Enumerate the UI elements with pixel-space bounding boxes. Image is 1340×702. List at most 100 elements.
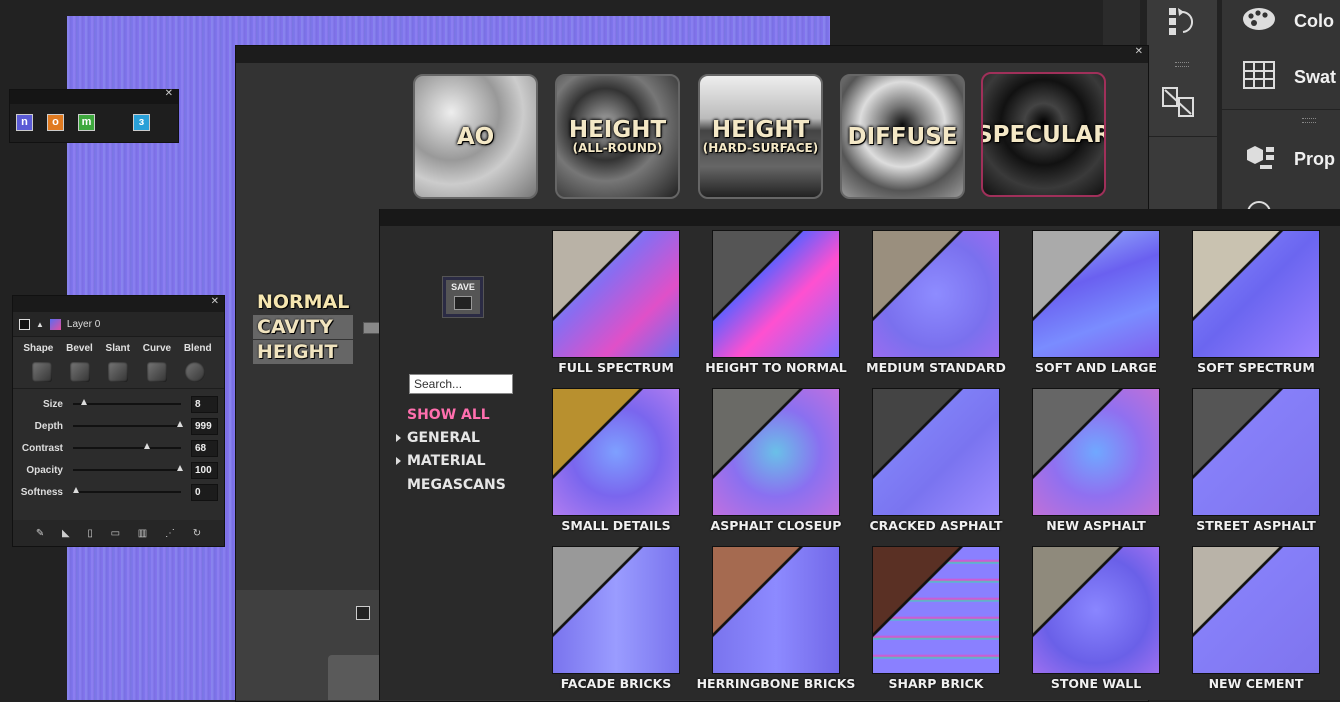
slider-track[interactable] [73,487,181,493]
curve-icon[interactable] [146,362,167,382]
slider-value-field[interactable]: 100 [191,461,218,479]
material-mode-icon[interactable]: m [78,114,95,131]
preset-tile[interactable]: ASPHALT CLOSEUP [711,388,841,533]
slider-track[interactable] [73,465,183,471]
preset-label: MEDIUM STANDARD [866,360,1006,375]
mode-diffuse-button[interactable]: DIFFUSE [840,74,965,199]
category-material[interactable]: MATERIAL [396,453,486,469]
pen-icon[interactable]: ✎ [36,528,44,539]
mode-title: SPECULAR [981,121,1106,148]
close-icon[interactable]: ✕ [211,296,219,307]
grip-handle[interactable] [1175,62,1189,67]
normal-mode-icon[interactable]: n [16,114,33,131]
mode-normal-label[interactable]: NORMAL [253,290,353,314]
mode-specular-button[interactable]: SPECULAR [981,72,1106,197]
slider-knob[interactable] [177,421,183,427]
preset-thumbnail[interactable] [552,230,680,358]
window-titlebar[interactable]: ✕ [236,46,1148,63]
window-titlebar[interactable]: ✕ [13,296,224,312]
category-general[interactable]: GENERAL [396,430,480,446]
rotate-arrange-icon[interactable] [1167,4,1197,38]
slider-value-field[interactable]: 0 [191,483,218,501]
slider-knob[interactable] [143,443,150,449]
preset-thumbnail[interactable] [872,230,1000,358]
preset-thumbnail[interactable] [1192,546,1320,674]
slider-value-field[interactable]: 68 [191,439,218,457]
preset-tile[interactable]: HERRINGBONE BRICKS [697,546,855,691]
preset-tile[interactable]: CRACKED ASPHALT [870,388,1003,533]
window-titlebar[interactable]: ✕ [10,88,178,104]
bevel-icon[interactable] [70,362,91,382]
preset-thumbnail[interactable] [872,388,1000,516]
copy-page-icon[interactable]: ▭ [111,528,120,539]
tab-shape[interactable]: Shape [23,343,53,354]
shape-icon[interactable] [32,362,53,382]
preset-tile[interactable]: HEIGHT TO NORMAL [705,230,847,375]
preview-checkbox[interactable] [356,606,370,620]
mode-height-hardsurface-button[interactable]: HEIGHT (HARD-SURFACE) [698,74,823,199]
category-megascans[interactable]: MEGASCANS [407,477,506,493]
mode-cavity-label[interactable]: CAVITY [253,315,354,339]
preset-tile[interactable]: SMALL DETAILS [552,388,680,533]
grip-handle[interactable] [1302,118,1316,123]
preset-thumbnail[interactable] [552,388,680,516]
preset-thumbnail[interactable] [872,546,1000,674]
preset-thumbnail[interactable] [1192,388,1320,516]
slider-track[interactable] [73,399,181,405]
preset-thumbnail[interactable] [712,230,840,358]
trash-icon[interactable]: ▥ [138,528,147,539]
dock-item-swatches[interactable]: Swat [1242,60,1336,92]
save-button[interactable]: SAVE [442,276,484,318]
slider-value-field[interactable]: 999 [191,417,218,435]
refresh-icon[interactable]: ↻ [193,528,201,539]
preset-thumbnail[interactable] [712,388,840,516]
preset-tile[interactable]: FACADE BRICKS [552,546,680,691]
slider-value-field[interactable]: 8 [191,395,218,413]
layer-visibility-checkbox[interactable] [19,318,30,330]
preset-tile[interactable]: SOFT AND LARGE [1032,230,1160,375]
slant-icon[interactable] [108,362,129,382]
tab-curve[interactable]: Curve [143,343,171,354]
expand-arrow-icon[interactable]: ▲ [36,320,44,329]
preset-thumbnail[interactable] [1032,230,1160,358]
preset-tile[interactable]: NEW CEMENT [1192,546,1320,691]
preset-thumbnail[interactable] [1032,546,1160,674]
window-titlebar[interactable] [380,209,1340,226]
close-icon[interactable]: ✕ [165,88,173,99]
mode-height-allround-button[interactable]: HEIGHT (ALL-ROUND) [555,74,680,199]
new-page-icon[interactable]: ▯ [87,528,93,539]
preset-tile[interactable]: STONE WALL [1032,546,1160,691]
category-show-all[interactable]: SHOW ALL [407,407,490,423]
preset-tile[interactable]: FULL SPECTRUM [552,230,680,375]
preset-thumbnail[interactable] [1192,230,1320,358]
layer-row[interactable]: ▲ Layer 0 [13,312,224,337]
blend-icon[interactable] [184,362,205,382]
mode-height-label[interactable]: HEIGHT [253,340,354,364]
preset-thumbnail[interactable] [1032,388,1160,516]
slider-track[interactable] [73,443,181,449]
occlusion-mode-icon[interactable]: o [47,114,64,131]
preset-tile[interactable]: STREET ASPHALT [1192,388,1320,533]
tab-slant[interactable]: Slant [106,343,130,354]
pages-icon[interactable] [1159,84,1199,124]
slider-track[interactable] [73,421,183,427]
preset-tile[interactable]: NEW ASPHALT [1032,388,1160,533]
tab-blend[interactable]: Blend [184,343,212,354]
search-input[interactable]: Search... [409,374,513,394]
close-icon[interactable]: ✕ [1135,46,1143,57]
preset-thumbnail[interactable] [712,546,840,674]
slider-knob[interactable] [177,465,183,471]
slider-knob[interactable] [73,487,79,493]
dock-item-properties[interactable]: Prop [1242,144,1335,174]
link-icon[interactable]: ⋰ [165,528,175,539]
preset-tile[interactable]: SOFT SPECTRUM [1192,230,1320,375]
slider-knob[interactable] [81,399,88,405]
preset-tile[interactable]: MEDIUM STANDARD [866,230,1006,375]
preset-tile[interactable]: SHARP BRICK [872,546,1000,691]
tab-bevel[interactable]: Bevel [66,343,93,354]
brush-icon[interactable]: ◣ [62,528,70,539]
preset-thumbnail[interactable] [552,546,680,674]
dock-item-color[interactable]: Colo [1242,6,1334,36]
three-d-mode-icon[interactable]: з [133,114,150,131]
mode-ao-button[interactable]: AO [413,74,538,199]
